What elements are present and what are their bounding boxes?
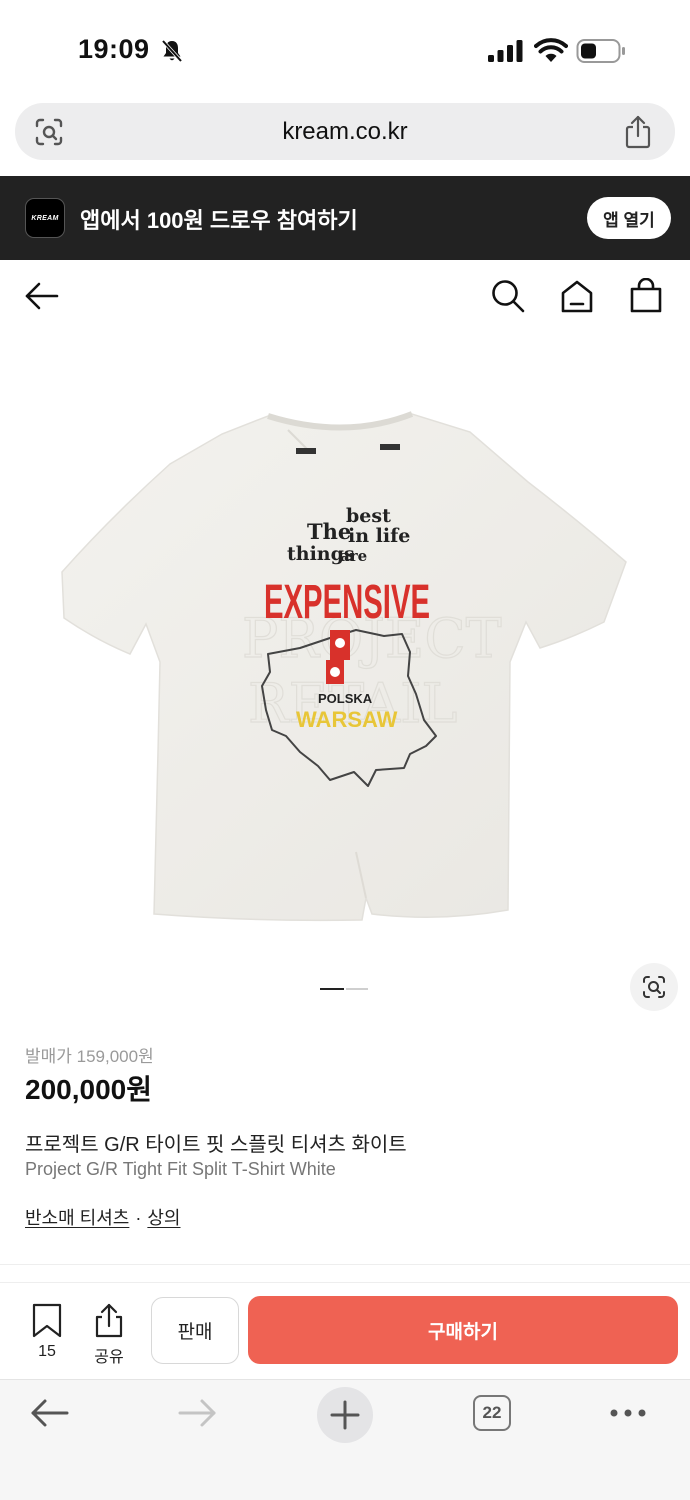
carousel-dot[interactable] <box>346 988 368 990</box>
browser-forward-icon[interactable] <box>177 1398 217 1428</box>
more-options-icon[interactable] <box>608 1406 648 1420</box>
plus-icon <box>330 1400 360 1430</box>
print-text-expensive: EXPENSIVE <box>264 576 430 629</box>
release-price: 발매가 159,000원 <box>25 1047 154 1066</box>
status-time: 19:09 <box>78 34 150 64</box>
category-link-tops[interactable]: 상의 <box>147 1208 180 1228</box>
product-image[interactable]: PROJECT RETAIL The best in life things a… <box>0 332 690 1022</box>
buy-button[interactable]: 구매하기 <box>248 1296 678 1364</box>
t-shirt-image: PROJECT RETAIL The best in life things a… <box>61 411 627 922</box>
browser-toolbar: 22 <box>0 1379 690 1500</box>
share-button[interactable]: 공유 <box>90 1303 128 1366</box>
open-app-button[interactable]: 앱 열기 <box>587 197 671 239</box>
tabs-button[interactable]: 22 <box>473 1395 511 1431</box>
wishlist-count: 15 <box>38 1343 56 1360</box>
divider <box>0 1264 690 1265</box>
cellular-signal-icon <box>488 40 523 62</box>
category-separator: · <box>135 1208 142 1228</box>
back-arrow-icon[interactable] <box>24 278 60 314</box>
category-link-short-sleeve-tshirts[interactable]: 반소매 티셔츠 <box>25 1208 129 1228</box>
share-icon[interactable] <box>623 115 653 149</box>
bookmark-icon <box>32 1303 62 1338</box>
product-name-korean: 프로젝트 G/R 타이트 핏 스플릿 티셔츠 화이트 <box>25 1134 407 1156</box>
print-text-are: are <box>340 547 367 565</box>
address-bar[interactable]: kream.co.kr <box>15 103 675 160</box>
carousel-dot-active[interactable] <box>320 988 344 990</box>
status-bar: 19:09 <box>0 0 690 100</box>
sell-button[interactable]: 판매 <box>151 1297 239 1364</box>
current-price: 200,000원 <box>25 1074 152 1105</box>
carousel-indicator[interactable] <box>320 988 370 992</box>
share-icon <box>95 1303 123 1338</box>
print-text-the: The <box>307 519 351 544</box>
print-text-polska: POLSKA <box>318 691 373 706</box>
purchase-action-bar: 15 공유 판매 구매하기 <box>0 1283 690 1379</box>
wishlist-button[interactable]: 15 <box>28 1303 66 1365</box>
print-text-best: best <box>346 505 391 527</box>
promo-text: 앱에서 100원 드로우 참여하기 <box>80 208 358 233</box>
product-name-english: Project G/R Tight Fit Split T-Shirt Whit… <box>25 1159 336 1179</box>
wifi-icon <box>534 38 568 62</box>
category-breadcrumb: 반소매 티셔츠 · 상의 <box>25 1204 181 1230</box>
app-promo-banner: KREAM 앱에서 100원 드로우 참여하기 앱 열기 <box>0 176 690 260</box>
browser-back-icon[interactable] <box>30 1398 70 1428</box>
print-text-warsaw: WARSAW <box>296 707 398 732</box>
top-navigation <box>0 260 690 332</box>
url-text[interactable]: kream.co.kr <box>15 118 675 146</box>
image-search-icon <box>643 976 665 998</box>
home-icon[interactable] <box>559 278 595 314</box>
image-search-button[interactable] <box>630 963 678 1011</box>
print-text-in-life: in life <box>348 525 410 547</box>
new-tab-button[interactable] <box>317 1387 373 1443</box>
battery-icon <box>576 39 625 63</box>
share-label: 공유 <box>94 1349 124 1366</box>
shopping-bag-icon[interactable] <box>628 278 664 314</box>
bell-muted-icon <box>161 39 183 63</box>
search-icon[interactable] <box>490 278 526 314</box>
kream-logo: KREAM <box>25 198 65 238</box>
